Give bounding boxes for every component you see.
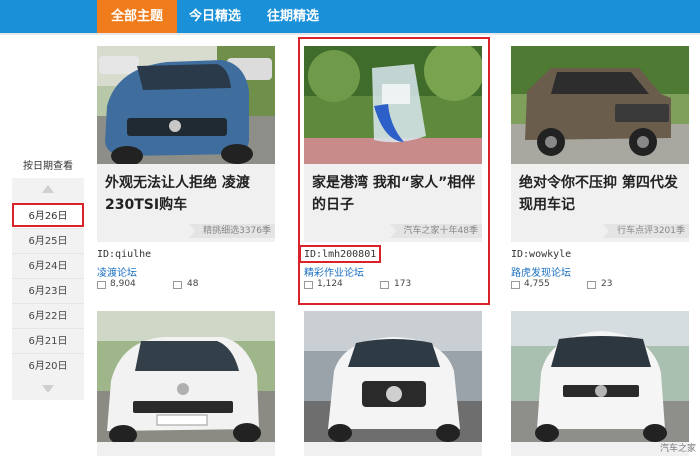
topic-tag: 精挑细选3376季 — [189, 224, 275, 238]
date-item-0622[interactable]: 6月22日 — [12, 303, 84, 328]
date-item-0625[interactable]: 6月25日 — [12, 228, 84, 253]
scroll-up-arrow-icon[interactable] — [12, 178, 84, 200]
date-item-0621[interactable]: 6月21日 — [12, 328, 84, 353]
views-count: 8,904 — [110, 279, 136, 289]
replies-icon — [173, 281, 182, 289]
card-title-panel[interactable]: 外观无法让人拒绝 凌渡230TSI购车 精挑细选3376季 — [97, 164, 275, 242]
author-id-highlight — [299, 245, 381, 263]
date-filter-title: 按日期查看 — [23, 161, 73, 172]
tab-past-picks[interactable]: 往期精选 — [253, 0, 333, 33]
scroll-down-arrow-icon[interactable] — [12, 378, 84, 400]
card-title-panel — [304, 442, 482, 456]
views-icon — [97, 281, 106, 289]
topic-title[interactable]: 绝对令你不压抑 第四代发现用车记 — [519, 172, 685, 216]
views-count: 4,755 — [524, 279, 550, 289]
date-item-0623[interactable]: 6月23日 — [12, 278, 84, 303]
replies-count: 48 — [187, 279, 199, 289]
top-nav-bar: 全部主题 今日精选 往期精选 — [0, 0, 700, 33]
card-title-panel — [97, 442, 275, 456]
author-id[interactable]: ID:qiulhe — [97, 249, 151, 260]
car-photo-blue-sedan[interactable] — [97, 46, 275, 164]
topic-tag: 行车点评3201季 — [603, 224, 689, 238]
forum-link[interactable]: 凌渡论坛 — [97, 264, 137, 279]
car-photo-suv[interactable] — [511, 46, 689, 164]
date-item-0620[interactable]: 6月20日 — [12, 353, 84, 378]
site-watermark: 汽车之家 — [659, 444, 696, 454]
date-item-0624[interactable]: 6月24日 — [12, 253, 84, 278]
replies-count: 23 — [601, 279, 613, 289]
selected-date-highlight — [12, 203, 84, 227]
card-title-panel[interactable]: 绝对令你不压抑 第四代发现用车记 行车点评3201季 — [511, 164, 689, 242]
topic-title[interactable]: 外观无法让人拒绝 凌渡230TSI购车 — [105, 172, 271, 216]
car-photo-white-mercedes[interactable] — [304, 311, 482, 456]
views-icon — [511, 281, 520, 289]
replies-icon — [587, 281, 596, 289]
featured-card-highlight — [298, 37, 490, 305]
author-id[interactable]: ID:wowkyle — [511, 249, 571, 260]
tab-today-picks[interactable]: 今日精选 — [177, 0, 253, 33]
tab-all-topics[interactable]: 全部主题 — [97, 0, 177, 33]
car-photo-white-hatchback[interactable] — [511, 311, 689, 456]
car-photo-white-sedan[interactable] — [97, 311, 275, 456]
forum-link[interactable]: 路虎发现论坛 — [511, 264, 571, 279]
nav-divider — [0, 33, 700, 35]
